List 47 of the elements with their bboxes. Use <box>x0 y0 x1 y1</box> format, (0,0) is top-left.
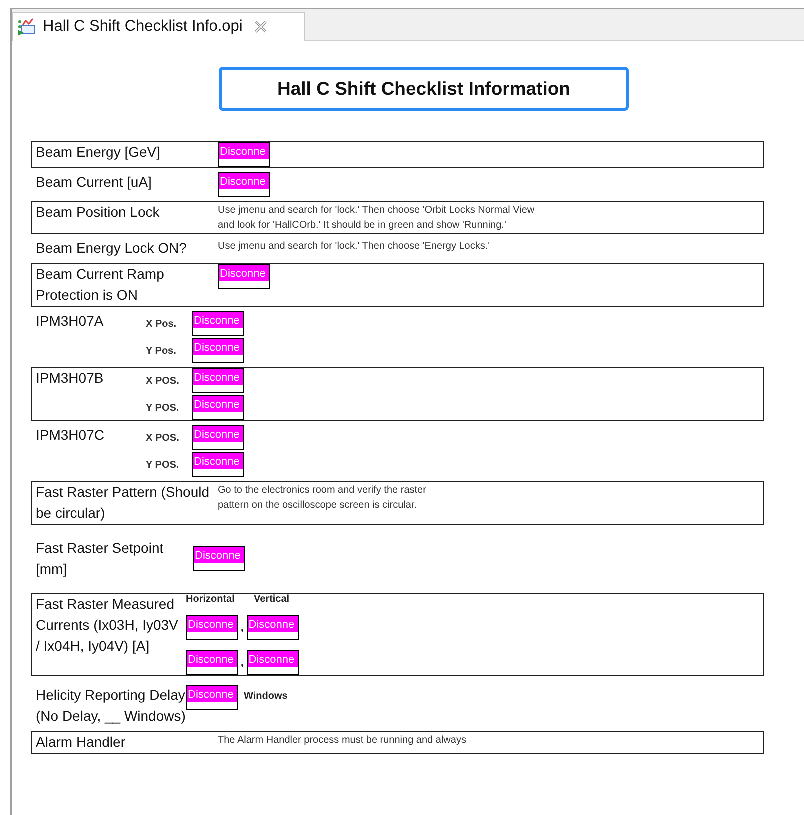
item-label: Beam Energy Lock ON? <box>36 239 188 258</box>
pv-readout: Disconne <box>192 368 244 393</box>
pv-readout: Disconne <box>192 311 244 336</box>
pv-readout: Disconne <box>192 395 244 420</box>
chart-file-icon <box>17 17 37 37</box>
instruction-text: Go to the electronics room and verify the raster pattern on the oscilloscope screen is circular. <box>218 484 426 513</box>
pv-readout: Disconne <box>186 685 238 710</box>
axis-label: X POS. <box>146 375 180 387</box>
separator-text: , <box>241 657 244 669</box>
axis-label: Y POS. <box>146 459 180 471</box>
item-label: Fast Raster Measured Currents (Ix03H, Iy03V / Ix04H, Iy04V) [A] <box>36 595 180 656</box>
column-header: Vertical <box>254 594 291 605</box>
instruction-text: Use jmenu and search for 'lock.' Then choose 'Energy Locks.' <box>218 240 490 254</box>
file-tab[interactable]: Hall C Shift Checklist Info.opi <box>12 12 305 41</box>
pv-readout: Disconne <box>246 650 299 675</box>
item-label: Beam Energy [GeV] <box>36 143 162 162</box>
item-label: IPM3H07B <box>36 369 105 388</box>
pv-readout: Disconne <box>192 425 244 450</box>
page-heading: Hall C Shift Checklist Information <box>219 67 629 111</box>
axis-label: Y POS. <box>146 402 180 414</box>
pv-readout: Disconne <box>193 546 245 571</box>
close-icon[interactable] <box>254 21 267 33</box>
pv-readout: Disconne <box>192 452 244 477</box>
pv-readout: Disconne <box>186 615 238 640</box>
axis-label: X Pos. <box>146 318 178 330</box>
axis-label: X POS. <box>146 432 180 444</box>
item-label: Beam Position Lock <box>36 203 161 222</box>
pv-readout: Disconne <box>246 615 299 640</box>
pv-readout: Disconne <box>218 264 270 289</box>
separator-text: , <box>241 622 244 634</box>
axis-label: Y Pos. <box>146 345 178 357</box>
pv-readout: Disconne <box>218 172 270 197</box>
item-label: Alarm Handler <box>36 733 126 752</box>
unit-label: Windows <box>244 690 288 702</box>
instruction-text: Use jmenu and search for 'lock.' Then choose 'Orbit Locks Normal View and look for 'HallCOrb.' It should be in green and show 'Running.' <box>218 204 535 233</box>
item-label: Beam Current Ramp Protection is ON <box>36 265 166 305</box>
item-label: IPM3H07A <box>36 312 105 331</box>
item-label: Fast Raster Pattern (Should be circular) <box>36 483 211 523</box>
column-header: Horizontal <box>186 594 236 605</box>
item-label: Beam Current [uA] <box>36 173 153 192</box>
item-label: Fast Raster Setpoint [mm] <box>36 539 165 579</box>
instruction-text: The Alarm Handler process must be running and always <box>218 734 466 748</box>
pv-readout: Disconne <box>192 338 244 363</box>
item-label: Helicity Reporting Delay (No Delay, __ Windows) <box>36 686 186 726</box>
item-label: IPM3H07C <box>36 426 106 445</box>
pv-readout: Disconne <box>218 142 270 167</box>
pv-readout: Disconne <box>186 650 238 675</box>
